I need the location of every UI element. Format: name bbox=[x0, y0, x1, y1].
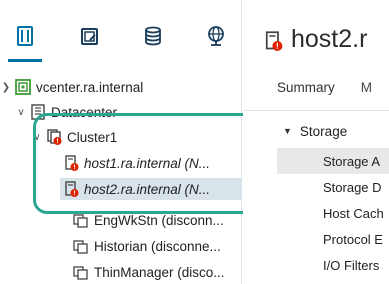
tree-node-label[interactable]: EngWkStn (disconn... bbox=[94, 213, 224, 228]
hosts-and-clusters-tab[interactable] bbox=[13, 24, 37, 48]
tree-node-cluster[interactable]: ∨ Cluster1 bbox=[31, 126, 117, 148]
chevron-down-icon[interactable]: ∨ bbox=[15, 106, 27, 118]
tree-node-datacenter[interactable]: ∨ Datacenter bbox=[15, 101, 117, 123]
host-error-icon bbox=[263, 29, 283, 51]
database-icon bbox=[145, 26, 161, 46]
navigator-pane: ❯ vcenter.ra.internal ∨ Datacenter ∨ Clu… bbox=[0, 0, 261, 284]
host-error-icon bbox=[63, 181, 79, 197]
chevron-down-icon[interactable]: ∨ bbox=[31, 131, 43, 143]
vm-template-icon bbox=[81, 28, 98, 45]
menu-item-protocol-endpoints[interactable]: Protocol E bbox=[277, 226, 389, 252]
tree-node-vcenter[interactable]: ❯ vcenter.ra.internal bbox=[0, 76, 143, 98]
menu-item-label: Storage A bbox=[323, 153, 381, 169]
cluster-error-icon bbox=[46, 129, 62, 145]
menu-item-label: Protocol E bbox=[323, 231, 383, 247]
object-tabs: Summary M bbox=[243, 72, 372, 102]
navigator-tabs bbox=[0, 0, 242, 62]
vcenter-icon bbox=[15, 79, 31, 95]
tree-node-label[interactable]: Historian (disconne... bbox=[94, 239, 221, 254]
tree-node-label[interactable]: Cluster1 bbox=[67, 130, 117, 145]
menu-item-label: Host Cach bbox=[323, 205, 384, 221]
tree-node-label[interactable]: host2.ra.internal (N... bbox=[84, 182, 210, 197]
networking-tab[interactable] bbox=[204, 24, 228, 48]
vms-and-templates-tab[interactable] bbox=[78, 24, 102, 48]
storage-tab[interactable] bbox=[141, 24, 165, 48]
active-tab-indicator bbox=[8, 59, 42, 62]
expand-caret-icon[interactable]: ❯ bbox=[0, 81, 12, 93]
menu-item-storage-adapters[interactable]: Storage A bbox=[277, 148, 389, 174]
menu-item-label: I/O Filters bbox=[323, 257, 380, 273]
vm-icon bbox=[73, 264, 89, 280]
tree-node-vm-thinmanager[interactable]: ThinManager (disco... bbox=[70, 261, 242, 283]
vm-icon bbox=[73, 238, 89, 254]
tree-node-vm-engwkstn[interactable]: EngWkStn (disconn... bbox=[70, 209, 242, 231]
menu-item-storage-devices[interactable]: Storage D bbox=[277, 174, 389, 200]
tab-monitor[interactable]: M bbox=[361, 80, 372, 95]
host-error-icon bbox=[63, 155, 79, 171]
menu-item-io-filters[interactable]: I/O Filters bbox=[277, 252, 389, 278]
tree-node-label[interactable]: host1.ra.internal (N... bbox=[84, 156, 210, 171]
tree-node-label[interactable]: vcenter.ra.internal bbox=[36, 80, 143, 95]
page-title-text: host2.r bbox=[291, 24, 368, 53]
menu-group-storage[interactable]: ▼ Storage bbox=[283, 120, 347, 142]
tree-node-host1[interactable]: host1.ra.internal (N... bbox=[60, 152, 242, 174]
content-pane: host2.r Summary M ▼ Storage Storage A St… bbox=[243, 0, 389, 284]
tab-summary[interactable]: Summary bbox=[277, 80, 335, 95]
datacenter-icon bbox=[30, 104, 46, 120]
menu-group-label: Storage bbox=[299, 123, 348, 139]
tabs-divider bbox=[243, 110, 389, 111]
globe-network-icon bbox=[208, 26, 224, 46]
tree-node-label[interactable]: Datacenter bbox=[51, 105, 117, 120]
hosts-clusters-icon bbox=[17, 26, 33, 46]
page-title: host2.r bbox=[263, 22, 367, 56]
menu-item-host-cache[interactable]: Host Cach bbox=[277, 200, 389, 226]
menu-item-label: Storage D bbox=[323, 179, 382, 195]
vm-icon bbox=[73, 212, 89, 228]
tree-node-vm-historian[interactable]: Historian (disconne... bbox=[70, 235, 242, 257]
tree-node-label[interactable]: ThinManager (disco... bbox=[94, 265, 225, 280]
caret-down-icon: ▼ bbox=[283, 126, 292, 136]
tree-node-host2[interactable]: host2.ra.internal (N... bbox=[60, 178, 242, 200]
